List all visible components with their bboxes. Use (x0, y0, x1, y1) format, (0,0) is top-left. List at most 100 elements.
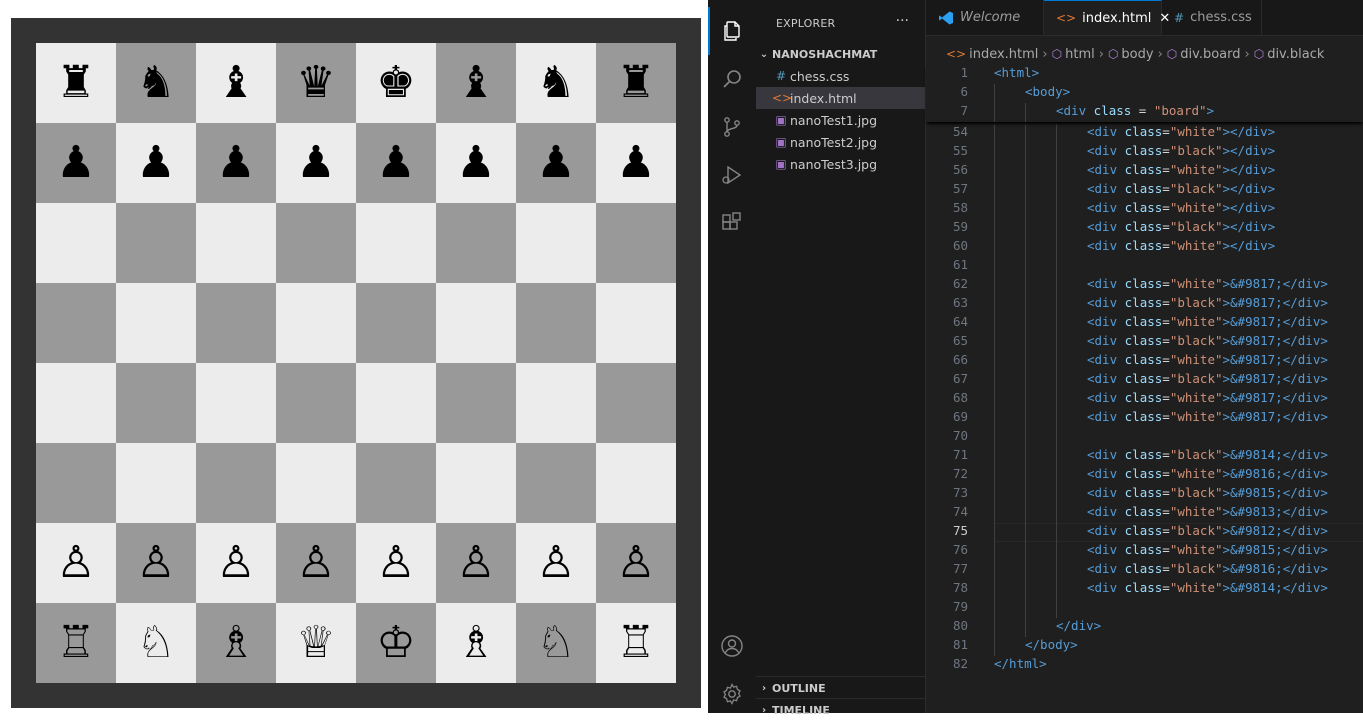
indent-guide (1056, 257, 1057, 276)
line-number: 54 (952, 124, 968, 139)
indent-guide (1056, 352, 1057, 371)
board-square: ♟ (596, 123, 676, 203)
code-line: 77 <div class="black">&#9816;</div> (926, 561, 1363, 580)
timeline-section[interactable]: › TIMELINE (756, 698, 925, 721)
accounts-activity-button[interactable] (708, 622, 756, 670)
code-line: 56 <div class="white"></div> (926, 162, 1363, 181)
code-token: "black" (1169, 219, 1223, 234)
files-icon (724, 21, 740, 41)
code-token: ></div> (1222, 219, 1276, 234)
code-token: > (1222, 314, 1231, 329)
board-square: ♙ (356, 523, 436, 603)
code-line: 73 <div class="black">&#9815;</div> (926, 485, 1363, 504)
code-token: "black" (1169, 561, 1223, 576)
code-token: class (1124, 561, 1163, 576)
breadcrumb-item[interactable]: div.board (1180, 47, 1240, 62)
code-text: <div class="black">&#9814;</div> (1087, 447, 1328, 462)
file-item[interactable]: ▣ nanoTest1.jpg (756, 109, 925, 131)
indent-guide (1056, 542, 1057, 561)
code-line: 60 <div class="white"></div> (926, 238, 1363, 257)
indent-guide (994, 390, 995, 409)
line-number: 58 (952, 200, 968, 215)
code-token: class (1124, 580, 1163, 595)
breadcrumb-item[interactable]: div.black (1267, 47, 1324, 62)
outline-section[interactable]: › OUTLINE (756, 676, 925, 699)
code-token: > (1222, 295, 1231, 310)
line-number: 1 (960, 65, 968, 80)
tab-chess-css[interactable]: # chess.css (1162, 0, 1262, 35)
breadcrumb: <> index.html › ⬡ html › ⬡ body › ⬡ div.board › ⬡ div… (926, 44, 1363, 64)
explorer-activity-button[interactable] (708, 7, 756, 55)
board-square (276, 203, 356, 283)
code-token: = (1162, 238, 1170, 253)
indent-guide (994, 143, 995, 162)
indent-guide (1056, 276, 1057, 295)
code-text: <div class="white"></div> (1087, 124, 1275, 139)
manage-activity-button[interactable] (708, 670, 756, 718)
run-debug-activity-button[interactable] (708, 151, 756, 199)
code-line: 69 <div class="white">&#9817;</div> (926, 409, 1363, 428)
file-name: nanoTest1.jpg (790, 112, 878, 128)
board-square (436, 203, 516, 283)
code-token: "white" (1169, 124, 1223, 139)
indent-guide (994, 485, 995, 504)
extensions-activity-button[interactable] (708, 199, 756, 247)
file-item[interactable]: ▣ nanoTest3.jpg (756, 153, 925, 175)
code-token: = (1162, 523, 1170, 538)
code-token: = (1162, 466, 1170, 481)
code-token: &#9817; (1230, 371, 1283, 386)
indent-guide (994, 352, 995, 371)
indent-guide (1056, 504, 1057, 523)
code-token: > (1222, 409, 1231, 424)
code-text: <div class="black"></div> (1087, 181, 1275, 196)
code-token: class (1124, 276, 1163, 291)
code-text: <div class="black"></div> (1087, 219, 1275, 234)
line-number: 75 (952, 523, 968, 538)
breadcrumb-item[interactable]: index.html (969, 47, 1038, 62)
code-text: <html> (994, 65, 1039, 80)
line-number: 70 (952, 428, 968, 443)
folder-nanoshachmat[interactable]: ⌄ NANOSHACHMAT (756, 44, 925, 64)
code-line: 76 <div class="white">&#9815;</div> (926, 542, 1363, 561)
code-token: "white" (1169, 504, 1223, 519)
board-square (276, 443, 356, 523)
board-square (196, 363, 276, 443)
file-item[interactable]: ▣ nanoTest2.jpg (756, 131, 925, 153)
code-token: "black" (1169, 485, 1223, 500)
board-square (436, 283, 516, 363)
indent-guide (994, 257, 995, 276)
line-number: 73 (952, 485, 968, 500)
more-actions-icon[interactable]: ··· (896, 13, 909, 29)
account-icon (721, 635, 743, 657)
file-name: nanoTest3.jpg (790, 156, 878, 172)
board-square (36, 203, 116, 283)
code-token: class (1124, 523, 1163, 538)
code-token: = (1162, 542, 1170, 557)
board-square: ♟ (356, 123, 436, 203)
code-token: &#9817; (1230, 333, 1283, 348)
file-item[interactable]: <> index.html (756, 87, 925, 109)
code-line: 54 <div class="white"></div> (926, 124, 1363, 143)
source-control-activity-button[interactable] (708, 103, 756, 151)
code-token: </div> (1282, 580, 1328, 595)
css-file-icon: # (1174, 10, 1185, 25)
tab-index-html[interactable]: <> index.html ✕ (1044, 0, 1170, 35)
line-number: 56 (952, 162, 968, 177)
code-token: > (1222, 542, 1231, 557)
board-square (436, 443, 516, 523)
code-token: &#9813; (1230, 504, 1283, 519)
indent-guide (1025, 257, 1026, 276)
code-token: </div> (1282, 466, 1328, 481)
board-square (196, 443, 276, 523)
breadcrumb-item[interactable]: body (1121, 47, 1153, 62)
board-square (116, 203, 196, 283)
search-activity-button[interactable] (708, 55, 756, 103)
file-item[interactable]: # chess.css (756, 65, 925, 87)
indent-guide (1025, 542, 1026, 561)
breadcrumb-item[interactable]: html (1065, 47, 1095, 62)
code-token: = (1162, 447, 1170, 462)
code-token: = (1138, 103, 1154, 118)
tab-welcome[interactable]: Welcome (926, 0, 1044, 35)
code-token: <div (1087, 219, 1125, 234)
line-number: 63 (952, 295, 968, 310)
